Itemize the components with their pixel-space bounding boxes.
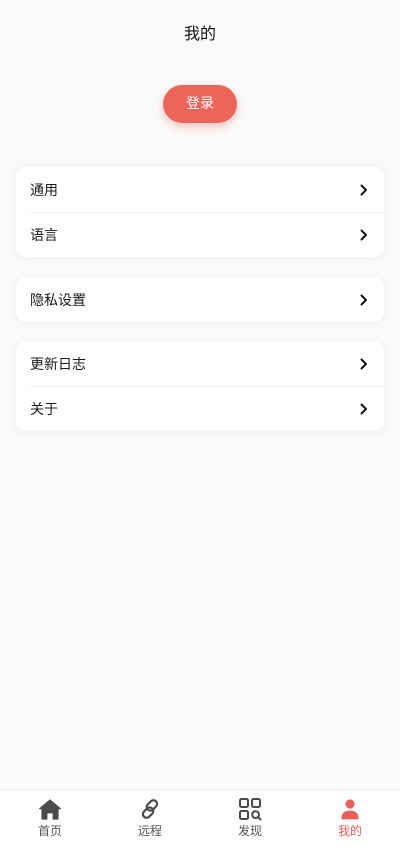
chevron-right-icon xyxy=(360,294,368,306)
tab-mine[interactable]: 我的 xyxy=(300,790,400,847)
menu-item-general[interactable]: 通用 xyxy=(16,167,384,212)
settings-group-info: 更新日志 关于 xyxy=(16,341,384,431)
menu-item-label: 隐私设置 xyxy=(30,292,86,309)
tab-discover[interactable]: 发现 xyxy=(200,790,300,847)
chevron-right-icon xyxy=(360,358,368,370)
menu-item-language[interactable]: 语言 xyxy=(16,212,384,257)
menu-item-changelog[interactable]: 更新日志 xyxy=(16,341,384,386)
discover-icon xyxy=(238,797,262,821)
menu-item-about[interactable]: 关于 xyxy=(16,386,384,431)
tab-home[interactable]: 首页 xyxy=(0,790,100,847)
menu-item-label: 关于 xyxy=(30,401,58,418)
tab-label: 远程 xyxy=(137,824,162,838)
link-icon xyxy=(138,797,162,821)
chevron-right-icon xyxy=(360,403,368,415)
user-icon xyxy=(338,797,362,821)
menu-item-label: 语言 xyxy=(30,227,58,244)
settings-group-general: 通用 语言 xyxy=(16,167,384,257)
tab-label: 首页 xyxy=(37,824,62,838)
menu-item-label: 通用 xyxy=(30,182,58,199)
chevron-right-icon xyxy=(360,184,368,196)
login-button[interactable]: 登录 xyxy=(163,85,237,123)
tab-label: 我的 xyxy=(337,824,362,838)
chevron-right-icon xyxy=(360,229,368,241)
menu-item-label: 更新日志 xyxy=(30,356,86,373)
bottom-tab-bar: 首页 远程 发现 我的 xyxy=(0,789,400,847)
home-icon xyxy=(38,797,62,821)
menu-item-privacy[interactable]: 隐私设置 xyxy=(16,277,384,322)
tab-remote[interactable]: 远程 xyxy=(100,790,200,847)
tab-label: 发现 xyxy=(237,824,262,838)
settings-group-privacy: 隐私设置 xyxy=(16,277,384,322)
page-title: 我的 xyxy=(183,24,216,43)
